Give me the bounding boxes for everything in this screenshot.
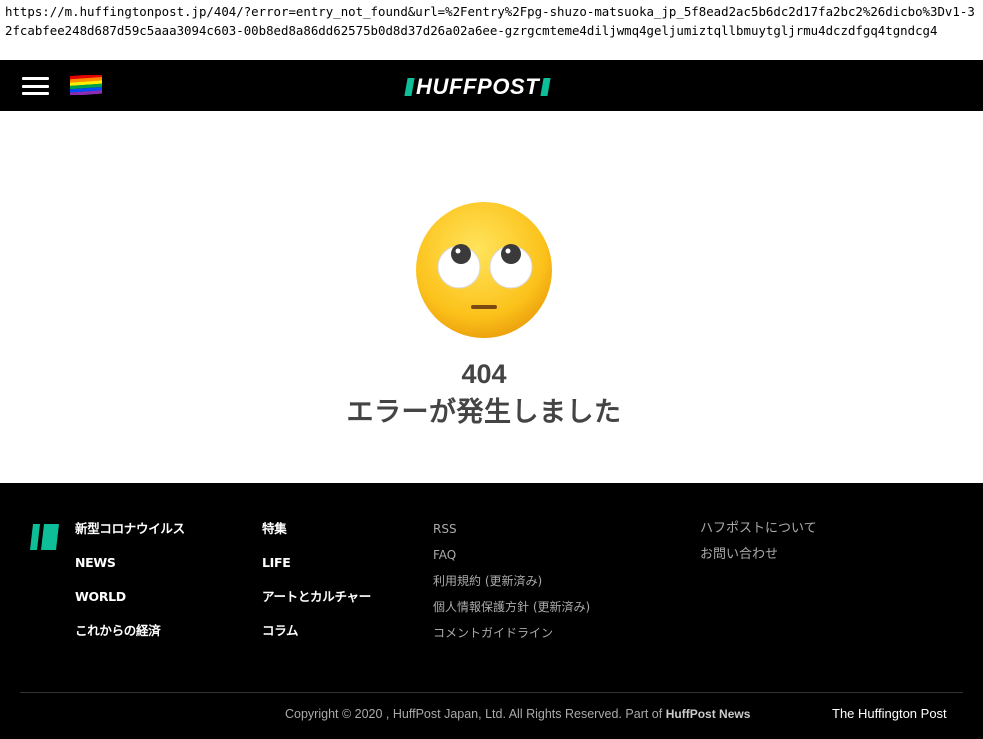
footer-link-faq[interactable]: FAQ [433,547,590,573]
footer-link-terms[interactable]: 利用規約 (更新済み) [433,573,590,599]
rainbow-pride-flag-icon[interactable] [70,75,102,95]
error-code: 404 [461,359,507,389]
footer-link-rss[interactable]: RSS [433,521,590,547]
footer-link-life[interactable]: LIFE [262,555,371,589]
footer-link-news[interactable]: NEWS [75,555,185,589]
huffpost-mark-icon[interactable] [30,524,59,550]
footer-link-art-culture[interactable]: アートとカルチャー [262,589,371,623]
huffington-post-link[interactable]: The Huffington Post [832,706,947,721]
hamburger-menu-icon[interactable] [22,77,49,95]
logo-bar-right [540,78,551,96]
error-content: 404 エラーが発生しました [0,111,983,483]
footer-link-economy[interactable]: これからの経済 [75,623,185,657]
huffpost-news-link[interactable]: HuffPost News [666,707,751,721]
footer-link-column[interactable]: コラム [262,623,371,657]
footer-link-coronavirus[interactable]: 新型コロナウイルス [75,521,185,555]
error-message: エラーが発生しました [346,397,622,428]
address-bar[interactable]: https://m.huffingtonpost.jp/404/?error=e… [0,0,983,60]
site-footer: 新型コロナウイルス NEWS WORLD これからの経済 特集 LIFE アート… [0,483,983,739]
footer-link-features[interactable]: 特集 [262,521,371,555]
face-with-rolling-eyes-icon [416,202,552,338]
site-header: HUFFPOST [0,60,983,111]
footer-nav-column-3: RSS FAQ 利用規約 (更新済み) 個人情報保護方針 (更新済み) コメント… [433,521,590,651]
footer-link-privacy[interactable]: 個人情報保護方針 (更新済み) [433,599,590,625]
logo-wordmark: HUFFPOST [416,74,540,99]
logo-bar-left [404,78,415,96]
copyright-text: Copyright © 2020 , HuffPost Japan, Ltd. … [285,707,663,721]
footer-nav-column-2: 特集 LIFE アートとカルチャー コラム [262,521,371,657]
footer-link-comment-guidelines[interactable]: コメントガイドライン [433,625,590,651]
copyright-notice: Copyright © 2020 , HuffPost Japan, Ltd. … [285,707,750,721]
footer-link-world[interactable]: WORLD [75,589,185,623]
footer-link-contact[interactable]: お問い合わせ [700,547,817,573]
footer-link-about[interactable]: ハフポストについて [700,521,817,547]
footer-nav-column-4: ハフポストについて お問い合わせ [700,521,817,573]
footer-nav-column-1: 新型コロナウイルス NEWS WORLD これからの経済 [75,521,185,657]
footer-divider [20,692,963,693]
huffpost-logo[interactable]: HUFFPOST [404,74,551,99]
